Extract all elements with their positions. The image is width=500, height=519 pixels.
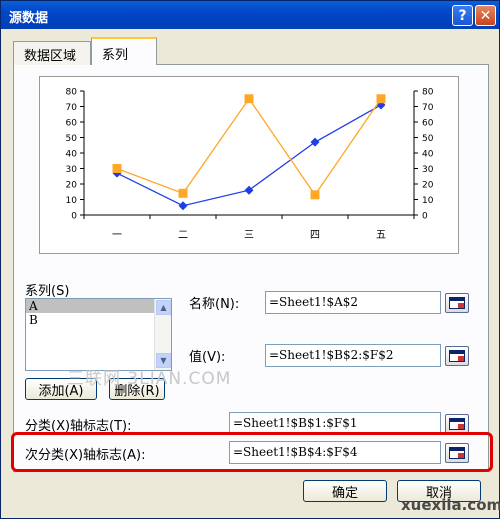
- source-data-dialog: 源数据 ? ✕ 数据区域 系列 0 10 20 30 40 50 60 70 80 0 10 20 30…: [0, 0, 500, 519]
- watermark-right: xuexila.com: [401, 496, 500, 514]
- y-tick-label: 80: [66, 88, 78, 98]
- data-point-b: [178, 188, 188, 198]
- y-tick-label: 20: [66, 181, 78, 191]
- series-item-b[interactable]: B: [26, 313, 171, 327]
- data-point-b: [376, 94, 386, 104]
- dialog-title: 源数据: [9, 11, 49, 26]
- y-tick-label: 60: [66, 119, 78, 129]
- series-label: 系列(S): [25, 284, 70, 299]
- scroll-up-icon[interactable]: ▲: [156, 300, 171, 315]
- x-tick-label: 二: [178, 230, 188, 241]
- help-button[interactable]: ?: [452, 5, 473, 26]
- y-tick-label: 0: [71, 212, 77, 222]
- close-button[interactable]: ✕: [475, 5, 496, 26]
- line-chart: 0 10 20 30 40 50 60 70 80 0 10 20 30 40 50 60 70 80 一 二 三 四 五: [66, 88, 434, 242]
- value-label: 值(V):: [189, 350, 226, 365]
- collapse-dialog-icon[interactable]: [445, 443, 469, 463]
- data-point-a: [178, 201, 188, 211]
- y-tick-label: 50: [66, 134, 78, 144]
- x-tick-label: 三: [244, 230, 254, 241]
- value-input[interactable]: =Sheet1!$B$2:$F$2: [265, 344, 441, 367]
- collapse-dialog-icon[interactable]: [445, 414, 469, 434]
- tab-series[interactable]: 系列: [91, 37, 157, 65]
- data-point-b: [112, 164, 122, 173]
- collapse-dialog-icon[interactable]: [445, 293, 469, 313]
- collapse-dialog-icon[interactable]: [445, 346, 469, 366]
- secondary-y-tick-label: 10: [422, 196, 434, 206]
- name-label: 名称(N):: [189, 297, 240, 312]
- watermark-left: 三联网 3LIAN.COM: [67, 369, 232, 389]
- data-point-a: [310, 137, 320, 147]
- series-line-b: [116, 97, 382, 196]
- ok-button[interactable]: 确定: [303, 480, 387, 502]
- secondary-y-tick-label: 70: [422, 103, 434, 113]
- secondary-y-tick-label: 80: [422, 88, 434, 98]
- chart-preview: 0 10 20 30 40 50 60 70 80 0 10 20 30 40 50 60 70 80 一 二 三 四 五: [39, 76, 459, 254]
- list-scrollbar[interactable]: ▲ ▼: [154, 299, 171, 370]
- y-tick-label: 10: [66, 196, 78, 206]
- secondary-y-tick-label: 50: [422, 134, 434, 144]
- name-input[interactable]: =Sheet1!$A$2: [265, 291, 441, 314]
- title-bar: 源数据 ? ✕: [1, 1, 499, 29]
- secondary-y-tick-label: 0: [422, 212, 428, 222]
- series-item-a[interactable]: A: [26, 299, 154, 313]
- tab-data-range[interactable]: 数据区域: [13, 41, 91, 65]
- x-tick-label: 一: [112, 230, 122, 241]
- data-point-b: [244, 94, 254, 104]
- secondary-y-tick-label: 60: [422, 119, 434, 129]
- data-point-a: [244, 185, 254, 195]
- x-tick-label: 五: [376, 230, 386, 241]
- secondary-category-axis-label: 次分类(X)轴标志(A):: [25, 448, 146, 463]
- secondary-y-tick-label: 40: [422, 150, 434, 160]
- y-tick-label: 30: [66, 165, 78, 175]
- secondary-y-tick-label: 30: [422, 165, 434, 175]
- y-tick-label: 40: [66, 150, 78, 160]
- data-point-b: [310, 190, 320, 200]
- secondary-category-axis-input[interactable]: =Sheet1!$B$4:$F$4: [229, 441, 441, 464]
- secondary-y-tick-label: 20: [422, 181, 434, 191]
- series-listbox[interactable]: A B ▲ ▼: [25, 298, 172, 371]
- y-tick-label: 70: [66, 103, 78, 113]
- x-tick-label: 四: [310, 230, 320, 241]
